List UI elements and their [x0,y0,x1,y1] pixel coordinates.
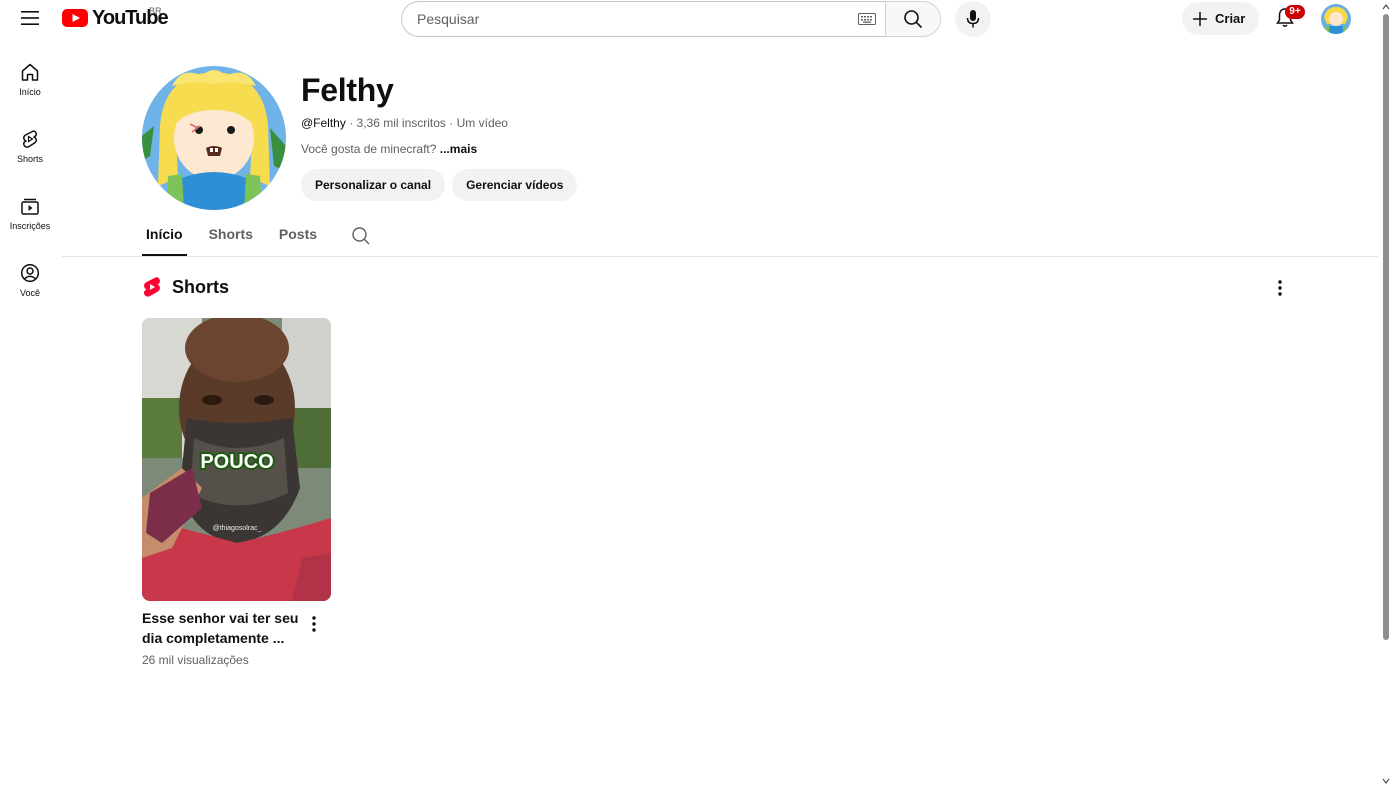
channel-actions: Personalizar o canal Gerenciar vídeos [301,169,578,201]
masthead: YouTube BR Criar 9+ [0,0,1380,38]
page-scrollbar[interactable] [1380,0,1392,788]
short-title[interactable]: Esse senhor vai ter seu dia completament… [142,608,302,648]
avatar-image [1321,4,1351,34]
more-vertical-icon [1278,280,1282,296]
short-title-line: Esse senhor vai ter seu [142,610,299,626]
customize-channel-button[interactable]: Personalizar o canal [301,169,446,201]
shorts-section-header: Shorts [142,276,229,298]
more-vertical-icon [312,616,316,632]
meta-separator: · [349,116,354,130]
search-icon [904,10,923,29]
search-button[interactable] [885,1,941,37]
hamburger-icon [21,11,39,25]
tab-search-button[interactable] [351,222,371,251]
notification-badge: 9+ [1285,5,1305,19]
nav-item-subscriptions[interactable]: Inscrições [0,190,60,257]
keyboard-icon[interactable] [858,13,876,25]
search-input[interactable] [417,2,837,36]
nav-item-shorts[interactable]: Shorts [0,123,60,190]
short-card[interactable]: POUCO @thiagosolrac_ Esse senhor vai ter… [142,318,332,667]
description-more-link[interactable]: ...mais [440,142,477,156]
channel-avatar-image [142,66,286,210]
channel-metadata: @Felthy · 3,36 mil inscritos · Um vídeo [301,116,508,130]
channel-handle: @Felthy [301,116,346,130]
section-menu-button[interactable] [1268,276,1292,300]
search-icon [352,227,370,245]
short-title-line: dia completamente ... [142,630,285,646]
thumb-caption: POUCO [200,451,273,473]
subscriptions-icon [21,198,39,215]
nav-label: Você [19,288,41,298]
search-bar [401,1,941,37]
scroll-down-arrow-icon[interactable] [1382,777,1390,785]
short-caption-overlay: POUCO @thiagosolrac_ [198,449,275,532]
create-button[interactable]: Criar [1182,2,1259,35]
channel-name: Felthy [301,72,394,108]
subscriber-count: 3,36 mil inscritos [356,116,446,130]
nav-label: Shorts [16,154,43,164]
shorts-section-title: Shorts [172,276,230,297]
nav-label: Inscrições [9,221,51,231]
tabs-divider [62,256,1378,257]
nav-item-you[interactable]: Você [0,257,60,324]
scrollbar-thumb[interactable] [1383,14,1389,640]
channel-avatar[interactable] [142,66,286,210]
short-view-count: 26 mil visualizações [142,653,249,667]
shorts-icon [22,130,38,148]
you-icon [20,263,40,283]
description-text: Você gosta de minecraft? [301,142,437,156]
shorts-logo-icon [143,277,161,297]
nav-label: Início [19,87,41,97]
short-menu-button[interactable] [304,614,324,634]
voice-search-button[interactable] [955,1,991,37]
video-count: Um vídeo [456,116,508,130]
youtube-channel-page: YouTube BR Criar 9+ Início [0,0,1392,788]
tab-shorts[interactable]: Shorts [205,222,257,256]
plus-icon [1193,11,1207,26]
youtube-play-icon [62,9,88,27]
short-thumbnail[interactable]: POUCO @thiagosolrac_ [142,318,331,601]
tab-posts[interactable]: Posts [275,222,321,256]
channel-tabs: Início Shorts Posts [142,222,371,256]
country-code: BR [149,6,162,16]
create-label: Criar [1215,11,1246,26]
meta-separator: · [449,116,454,130]
microphone-icon [966,10,980,28]
nav-item-home[interactable]: Início [0,56,60,123]
tab-home[interactable]: Início [142,222,187,256]
home-icon [21,63,39,81]
guide-menu-button[interactable] [12,0,48,36]
channel-description[interactable]: Você gosta de minecraft? ...mais [301,142,477,156]
mini-guide: Início Shorts Inscrições Você [0,56,60,324]
thumb-watermark: @thiagosolrac_ [213,525,262,532]
manage-videos-button[interactable]: Gerenciar vídeos [452,169,578,201]
scroll-up-arrow-icon[interactable] [1382,3,1390,11]
search-box [401,1,885,37]
account-avatar[interactable] [1321,4,1351,34]
